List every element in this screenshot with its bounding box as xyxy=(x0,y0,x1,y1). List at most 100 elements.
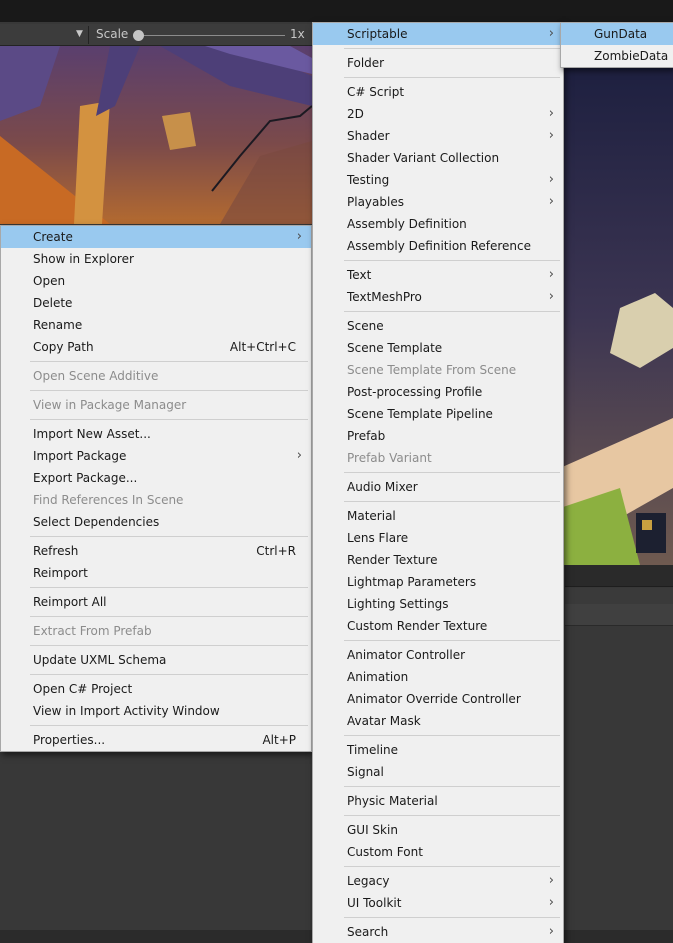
menu-item-scene-template-pipeline[interactable]: Scene Template Pipeline xyxy=(313,403,563,425)
menu-item-post-processing-profile[interactable]: Post-processing Profile xyxy=(313,381,563,403)
menu-item-audio-mixer[interactable]: Audio Mixer xyxy=(313,476,563,498)
menu-item-scene[interactable]: Scene xyxy=(313,315,563,337)
menu-item-open[interactable]: Open xyxy=(1,270,311,292)
menu-item-view-in-import-activity-window[interactable]: View in Import Activity Window xyxy=(1,700,311,722)
game-view-toolbar: ▼ Scale 1x xyxy=(0,24,312,46)
menu-item-label: Search xyxy=(347,925,389,939)
menu-item-rename[interactable]: Rename xyxy=(1,314,311,336)
menu-item-refresh[interactable]: Refresh Ctrl+R xyxy=(1,540,311,562)
menu-item-label: Select Dependencies xyxy=(33,515,160,529)
scale-slider-handle[interactable] xyxy=(133,30,144,41)
menu-item-label: Refresh xyxy=(33,544,79,558)
menu-item-update-uxml-schema[interactable]: Update UXML Schema xyxy=(1,649,311,671)
menu-item-signal[interactable]: Signal xyxy=(313,761,563,783)
menu-item-label: Rename xyxy=(33,318,83,332)
panel-tab-bar xyxy=(565,565,673,587)
menu-item-scene-template[interactable]: Scene Template xyxy=(313,337,563,359)
menu-item-label: Create xyxy=(33,230,73,244)
menu-item-2d[interactable]: 2D › xyxy=(313,103,563,125)
scale-slider-track[interactable] xyxy=(139,35,285,36)
menu-item-render-texture[interactable]: Render Texture xyxy=(313,549,563,571)
menu-item-label: View in Import Activity Window xyxy=(33,704,220,718)
menu-item-legacy[interactable]: Legacy › xyxy=(313,870,563,892)
menu-item-search[interactable]: Search › xyxy=(313,921,563,943)
menu-item-label: Scene Template Pipeline xyxy=(347,407,493,421)
menu-item-gundata[interactable]: GunData xyxy=(561,23,673,45)
menu-separator xyxy=(313,308,563,315)
menu-item-assembly-definition-reference[interactable]: Assembly Definition Reference xyxy=(313,235,563,257)
menu-item-animation[interactable]: Animation xyxy=(313,666,563,688)
menu-separator xyxy=(313,863,563,870)
game-view-render xyxy=(0,46,312,224)
scene-view-render xyxy=(560,68,673,565)
menu-item-label: Render Texture xyxy=(347,553,438,567)
chevron-right-icon: › xyxy=(296,448,302,463)
menu-item-label: Physic Material xyxy=(347,794,438,808)
menu-item-material[interactable]: Material xyxy=(313,505,563,527)
menu-item-lightmap-parameters[interactable]: Lightmap Parameters xyxy=(313,571,563,593)
menu-item-import-new-asset[interactable]: Import New Asset... xyxy=(1,423,311,445)
menu-item-label: TextMeshPro xyxy=(347,290,422,304)
menu-item-lens-flare[interactable]: Lens Flare xyxy=(313,527,563,549)
menu-item-delete[interactable]: Delete xyxy=(1,292,311,314)
menu-item-label: Lightmap Parameters xyxy=(347,575,477,589)
menu-separator xyxy=(1,387,311,394)
menu-item-animator-override-controller[interactable]: Animator Override Controller xyxy=(313,688,563,710)
menu-item-gui-skin[interactable]: GUI Skin xyxy=(313,819,563,841)
menu-item-custom-font[interactable]: Custom Font xyxy=(313,841,563,863)
menu-item-label: Animator Override Controller xyxy=(347,692,521,706)
menu-item-animator-controller[interactable]: Animator Controller xyxy=(313,644,563,666)
menu-item-create[interactable]: Create › xyxy=(1,226,311,248)
menu-item-testing[interactable]: Testing › xyxy=(313,169,563,191)
menu-item-scriptable[interactable]: Scriptable › xyxy=(313,23,563,45)
menu-item-label: 2D xyxy=(347,107,364,121)
menu-item-select-dependencies[interactable]: Select Dependencies xyxy=(1,511,311,533)
menu-item-shader-variant-collection[interactable]: Shader Variant Collection xyxy=(313,147,563,169)
panel-header xyxy=(565,588,673,604)
menu-item-assembly-definition[interactable]: Assembly Definition xyxy=(313,213,563,235)
menu-item-physic-material[interactable]: Physic Material xyxy=(313,790,563,812)
menu-item-custom-render-texture[interactable]: Custom Render Texture xyxy=(313,615,563,637)
menu-separator xyxy=(1,533,311,540)
menu-item-folder[interactable]: Folder xyxy=(313,52,563,74)
menu-item-export-package[interactable]: Export Package... xyxy=(1,467,311,489)
menu-separator xyxy=(313,257,563,264)
chevron-right-icon: › xyxy=(548,895,554,910)
menu-item-shader[interactable]: Shader › xyxy=(313,125,563,147)
editor-top-bar xyxy=(0,0,673,22)
menu-separator xyxy=(1,416,311,423)
menu-item-import-package[interactable]: Import Package › xyxy=(1,445,311,467)
menu-item-label: Prefab Variant xyxy=(347,451,432,465)
menu-item-prefab[interactable]: Prefab xyxy=(313,425,563,447)
menu-item-ui-toolkit[interactable]: UI Toolkit › xyxy=(313,892,563,914)
menu-separator xyxy=(313,812,563,819)
panel-toolbar xyxy=(565,604,673,626)
menu-item-properties[interactable]: Properties... Alt+P xyxy=(1,729,311,751)
menu-item-avatar-mask[interactable]: Avatar Mask xyxy=(313,710,563,732)
menu-item-lighting-settings[interactable]: Lighting Settings xyxy=(313,593,563,615)
menu-item-label: Export Package... xyxy=(33,471,138,485)
menu-item-copy-path[interactable]: Copy Path Alt+Ctrl+C xyxy=(1,336,311,358)
menu-item-c-script[interactable]: C# Script xyxy=(313,81,563,103)
menu-item-reimport[interactable]: Reimport xyxy=(1,562,311,584)
menu-item-playables[interactable]: Playables › xyxy=(313,191,563,213)
menu-item-text[interactable]: Text › xyxy=(313,264,563,286)
menu-item-open-c-project[interactable]: Open C# Project xyxy=(1,678,311,700)
menu-item-label: Show in Explorer xyxy=(33,252,134,266)
menu-item-shortcut: Ctrl+R xyxy=(256,544,296,558)
menu-item-label: Timeline xyxy=(347,743,399,757)
menu-item-timeline[interactable]: Timeline xyxy=(313,739,563,761)
menu-separator xyxy=(1,613,311,620)
scriptable-submenu: GunData ZombieData xyxy=(560,22,673,68)
menu-item-label: Shader Variant Collection xyxy=(347,151,500,165)
menu-item-reimport-all[interactable]: Reimport All xyxy=(1,591,311,613)
menu-item-label: Lens Flare xyxy=(347,531,409,545)
menu-item-show-in-explorer[interactable]: Show in Explorer xyxy=(1,248,311,270)
menu-item-label: Assembly Definition Reference xyxy=(347,239,532,253)
menu-item-textmeshpro[interactable]: TextMeshPro › xyxy=(313,286,563,308)
menu-item-find-references-in-scene: Find References In Scene xyxy=(1,489,311,511)
menu-item-label: Animator Controller xyxy=(347,648,466,662)
menu-item-label: C# Script xyxy=(347,85,405,99)
menu-item-zombiedata[interactable]: ZombieData xyxy=(561,45,673,67)
dropdown-arrow-icon[interactable]: ▼ xyxy=(76,29,83,39)
